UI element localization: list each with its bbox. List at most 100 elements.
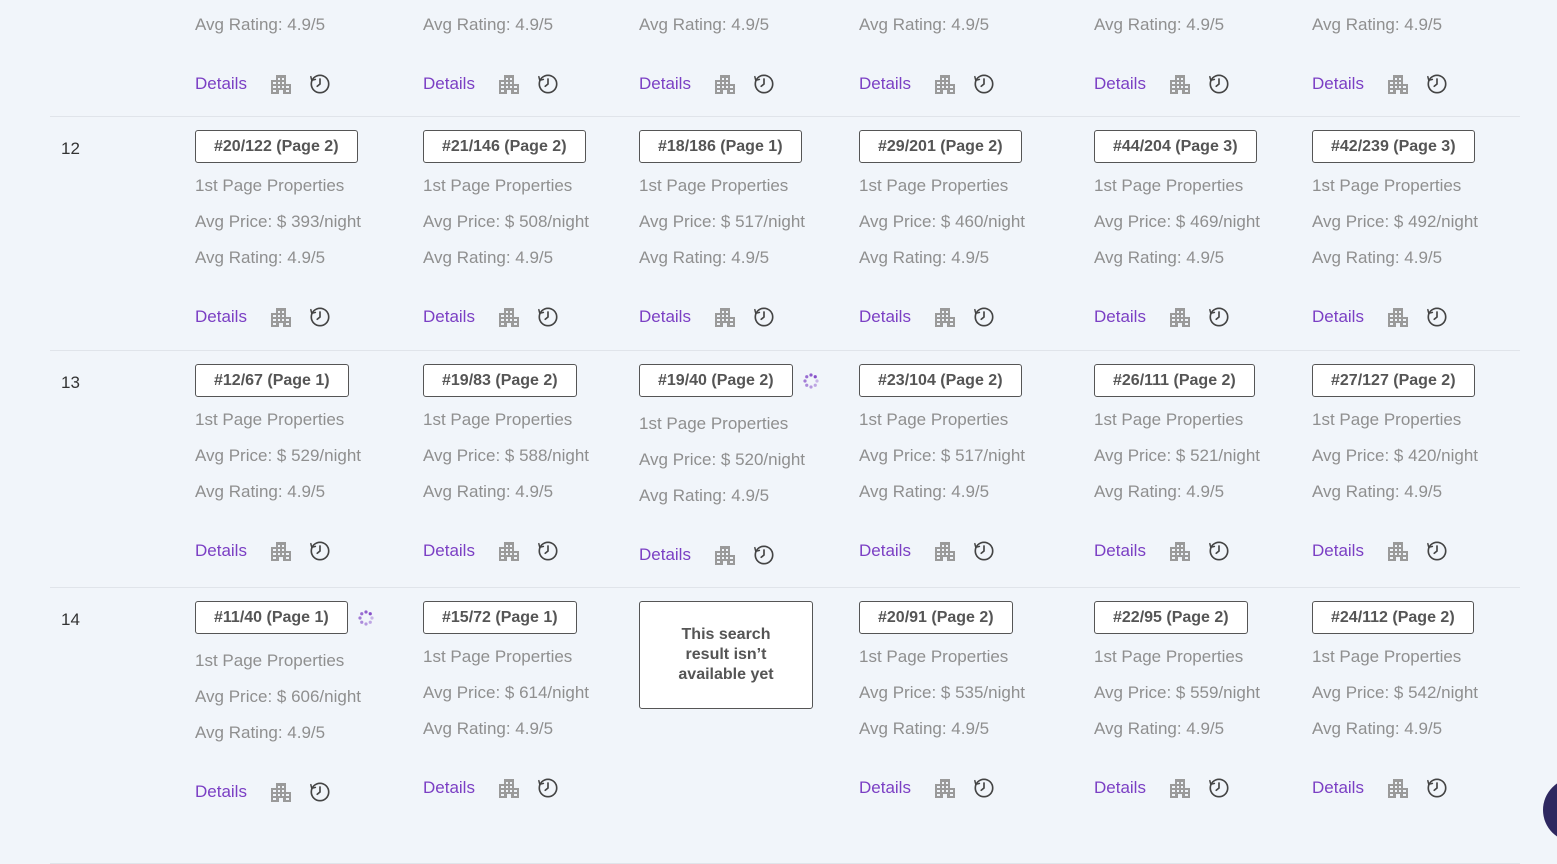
details-link[interactable]: Details xyxy=(423,778,475,798)
rank-badge[interactable]: #12/67 (Page 1) xyxy=(195,364,349,397)
history-clock-icon[interactable] xyxy=(1208,540,1230,562)
details-link[interactable]: Details xyxy=(639,74,691,94)
building-icon[interactable] xyxy=(269,780,293,804)
building-icon[interactable] xyxy=(269,539,293,563)
details-link[interactable]: Details xyxy=(1312,74,1364,94)
rank-badge[interactable]: #15/72 (Page 1) xyxy=(423,601,577,634)
rank-badge[interactable]: #19/40 (Page 2) xyxy=(639,364,793,397)
rank-badge[interactable]: #42/239 (Page 3) xyxy=(1312,130,1475,163)
building-icon[interactable] xyxy=(1168,539,1192,563)
building-icon[interactable] xyxy=(713,543,737,567)
history-clock-icon[interactable] xyxy=(753,306,775,328)
avg-price: Avg Price: $ 517/night xyxy=(859,446,1026,465)
rank-badge[interactable]: #23/104 (Page 2) xyxy=(859,364,1022,397)
details-link[interactable]: Details xyxy=(423,541,475,561)
history-clock-icon[interactable] xyxy=(1426,306,1448,328)
building-icon[interactable] xyxy=(1386,539,1410,563)
details-link[interactable]: Details xyxy=(639,307,691,327)
chat-launcher-button[interactable] xyxy=(1543,778,1557,842)
row-number: 13 xyxy=(61,373,80,392)
details-link[interactable]: Details xyxy=(195,782,247,802)
ranking-cell: #18/186 (Page 1) 1st Page Properties Avg P… xyxy=(639,130,805,327)
history-clock-icon[interactable] xyxy=(309,306,331,328)
first-page-properties: 1st Page Properties xyxy=(1094,176,1244,195)
building-icon[interactable] xyxy=(933,72,957,96)
history-clock-icon[interactable] xyxy=(973,73,995,95)
details-link[interactable]: Details xyxy=(1094,307,1146,327)
building-icon[interactable] xyxy=(1168,776,1192,800)
avg-rating: Avg Rating: 4.9/5 xyxy=(1312,248,1443,267)
building-icon[interactable] xyxy=(933,776,957,800)
avg-price: Avg Price: $ 521/night xyxy=(1094,446,1261,465)
details-link[interactable]: Details xyxy=(859,74,911,94)
rank-badge[interactable]: #20/122 (Page 2) xyxy=(195,130,358,163)
history-clock-icon[interactable] xyxy=(309,540,331,562)
rank-badge[interactable]: #29/201 (Page 2) xyxy=(859,130,1022,163)
building-icon[interactable] xyxy=(713,305,737,329)
history-clock-icon[interactable] xyxy=(973,306,995,328)
rank-badge[interactable]: #24/112 (Page 2) xyxy=(1312,601,1474,634)
avg-rating: Avg Rating: 4.9/5 xyxy=(1312,719,1443,738)
building-icon[interactable] xyxy=(497,776,521,800)
details-link[interactable]: Details xyxy=(639,545,691,565)
rank-badge[interactable]: #27/127 (Page 2) xyxy=(1312,364,1475,397)
details-link[interactable]: Details xyxy=(1094,778,1146,798)
cell-actions: Details xyxy=(859,72,995,96)
building-icon[interactable] xyxy=(933,305,957,329)
avg-price: Avg Price: $ 542/night xyxy=(1312,683,1479,702)
history-clock-icon[interactable] xyxy=(309,73,331,95)
details-link[interactable]: Details xyxy=(1094,541,1146,561)
building-icon[interactable] xyxy=(1386,305,1410,329)
building-icon[interactable] xyxy=(1168,305,1192,329)
rank-badge[interactable]: #44/204 (Page 3) xyxy=(1094,130,1257,163)
avg-rating: Avg Rating: 4.9/5 xyxy=(423,719,554,738)
details-link[interactable]: Details xyxy=(1312,541,1364,561)
building-icon[interactable] xyxy=(269,305,293,329)
history-clock-icon[interactable] xyxy=(973,540,995,562)
rank-badge[interactable]: #22/95 (Page 2) xyxy=(1094,601,1248,634)
ranking-cell: #21/146 (Page 2) 1st Page Properties Avg P… xyxy=(423,130,589,327)
rank-badge[interactable]: #26/111 (Page 2) xyxy=(1094,364,1255,397)
details-link[interactable]: Details xyxy=(195,541,247,561)
building-icon[interactable] xyxy=(713,72,737,96)
history-clock-icon[interactable] xyxy=(537,306,559,328)
building-icon[interactable] xyxy=(1386,776,1410,800)
history-clock-icon[interactable] xyxy=(537,540,559,562)
history-clock-icon[interactable] xyxy=(973,777,995,799)
building-icon[interactable] xyxy=(1386,72,1410,96)
rank-badge[interactable]: #11/40 (Page 1) xyxy=(195,601,348,634)
details-link[interactable]: Details xyxy=(423,307,475,327)
history-clock-icon[interactable] xyxy=(753,544,775,566)
details-link[interactable]: Details xyxy=(1312,307,1364,327)
history-clock-icon[interactable] xyxy=(1208,306,1230,328)
history-clock-icon[interactable] xyxy=(537,777,559,799)
rank-badge[interactable]: #19/83 (Page 2) xyxy=(423,364,577,397)
history-clock-icon[interactable] xyxy=(1426,777,1448,799)
details-link[interactable]: Details xyxy=(1312,778,1364,798)
rank-badge[interactable]: #20/91 (Page 2) xyxy=(859,601,1013,634)
history-clock-icon[interactable] xyxy=(537,73,559,95)
details-link[interactable]: Details xyxy=(423,74,475,94)
details-link[interactable]: Details xyxy=(1094,74,1146,94)
cell-actions: Details xyxy=(1312,539,1448,563)
details-link[interactable]: Details xyxy=(859,307,911,327)
rank-badge[interactable]: #21/146 (Page 2) xyxy=(423,130,586,163)
building-icon[interactable] xyxy=(933,539,957,563)
history-clock-icon[interactable] xyxy=(1426,73,1448,95)
history-clock-icon[interactable] xyxy=(1208,73,1230,95)
details-link[interactable]: Details xyxy=(859,541,911,561)
details-link[interactable]: Details xyxy=(195,74,247,94)
history-clock-icon[interactable] xyxy=(1208,777,1230,799)
building-icon[interactable] xyxy=(1168,72,1192,96)
details-link[interactable]: Details xyxy=(195,307,247,327)
building-icon[interactable] xyxy=(497,539,521,563)
building-icon[interactable] xyxy=(497,305,521,329)
history-clock-icon[interactable] xyxy=(753,73,775,95)
building-icon[interactable] xyxy=(269,72,293,96)
history-clock-icon[interactable] xyxy=(1426,540,1448,562)
history-clock-icon[interactable] xyxy=(309,781,331,803)
avg-rating: Avg Rating: 4.9/5 xyxy=(423,15,554,34)
rank-badge[interactable]: #18/186 (Page 1) xyxy=(639,130,802,163)
details-link[interactable]: Details xyxy=(859,778,911,798)
building-icon[interactable] xyxy=(497,72,521,96)
